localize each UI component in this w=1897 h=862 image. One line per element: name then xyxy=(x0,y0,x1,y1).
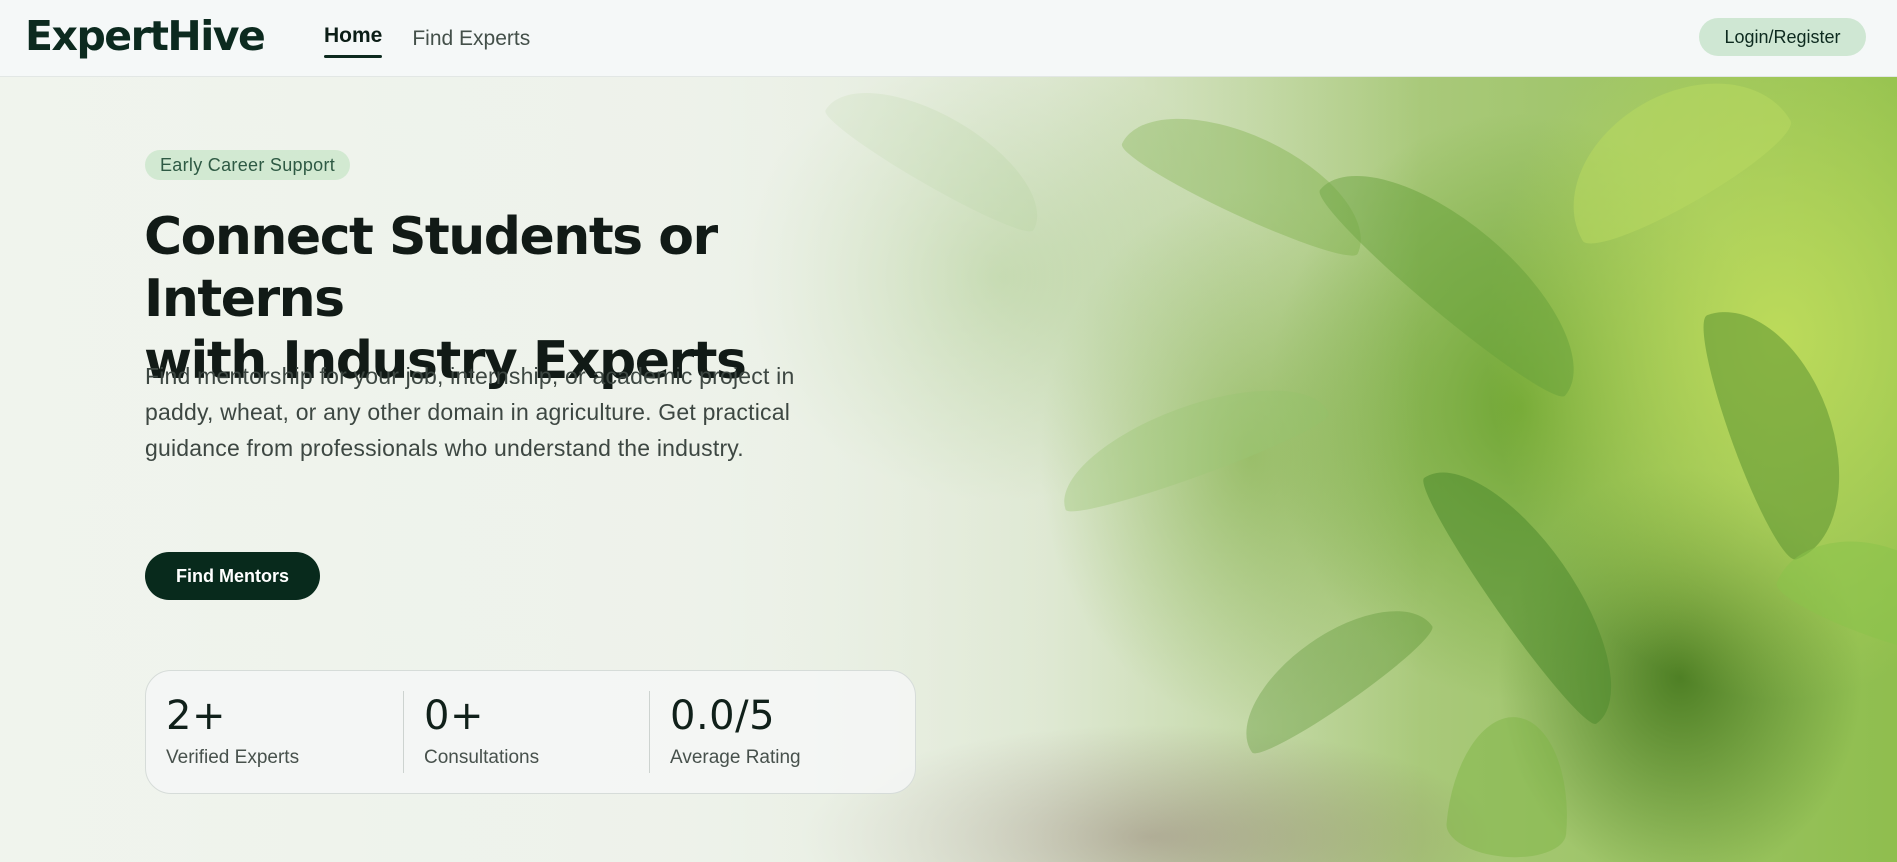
stat-value: 0+ xyxy=(424,693,484,739)
brand-logo[interactable]: ExpertHive xyxy=(25,12,266,60)
stat-verified-experts: 2+ Verified Experts xyxy=(146,691,403,773)
stat-value: 2+ xyxy=(166,693,226,739)
stats-card: 2+ Verified Experts 0+ Consultations 0.0… xyxy=(145,670,916,794)
stat-label: Average Rating xyxy=(670,747,801,768)
nav-link-home-label: Home xyxy=(324,23,383,47)
hero-description: Find mentorship for your job, internship… xyxy=(145,363,795,461)
top-navbar: ExpertHive Home Find Experts Login/Regis… xyxy=(0,0,1897,77)
stat-label: Verified Experts xyxy=(166,747,300,768)
nav-link-home[interactable]: Home xyxy=(324,0,383,77)
nav-link-find-experts-label: Find Experts xyxy=(412,26,531,50)
main-nav: Home Find Experts xyxy=(324,0,560,77)
stat-consultations: 0+ Consultations xyxy=(403,691,649,773)
nav-link-find-experts[interactable]: Find Experts xyxy=(412,0,530,77)
login-register-button[interactable]: Login/Register xyxy=(1699,18,1866,56)
stat-label: Consultations xyxy=(424,747,540,768)
stat-average-rating: 0.0/5 Average Rating xyxy=(649,691,909,773)
find-mentors-button[interactable]: Find Mentors xyxy=(145,552,320,600)
early-career-badge: Early Career Support xyxy=(145,150,351,180)
stat-value: 0.0/5 xyxy=(670,693,776,739)
hero-headline-line-1: Connect Students or Interns xyxy=(144,207,718,329)
